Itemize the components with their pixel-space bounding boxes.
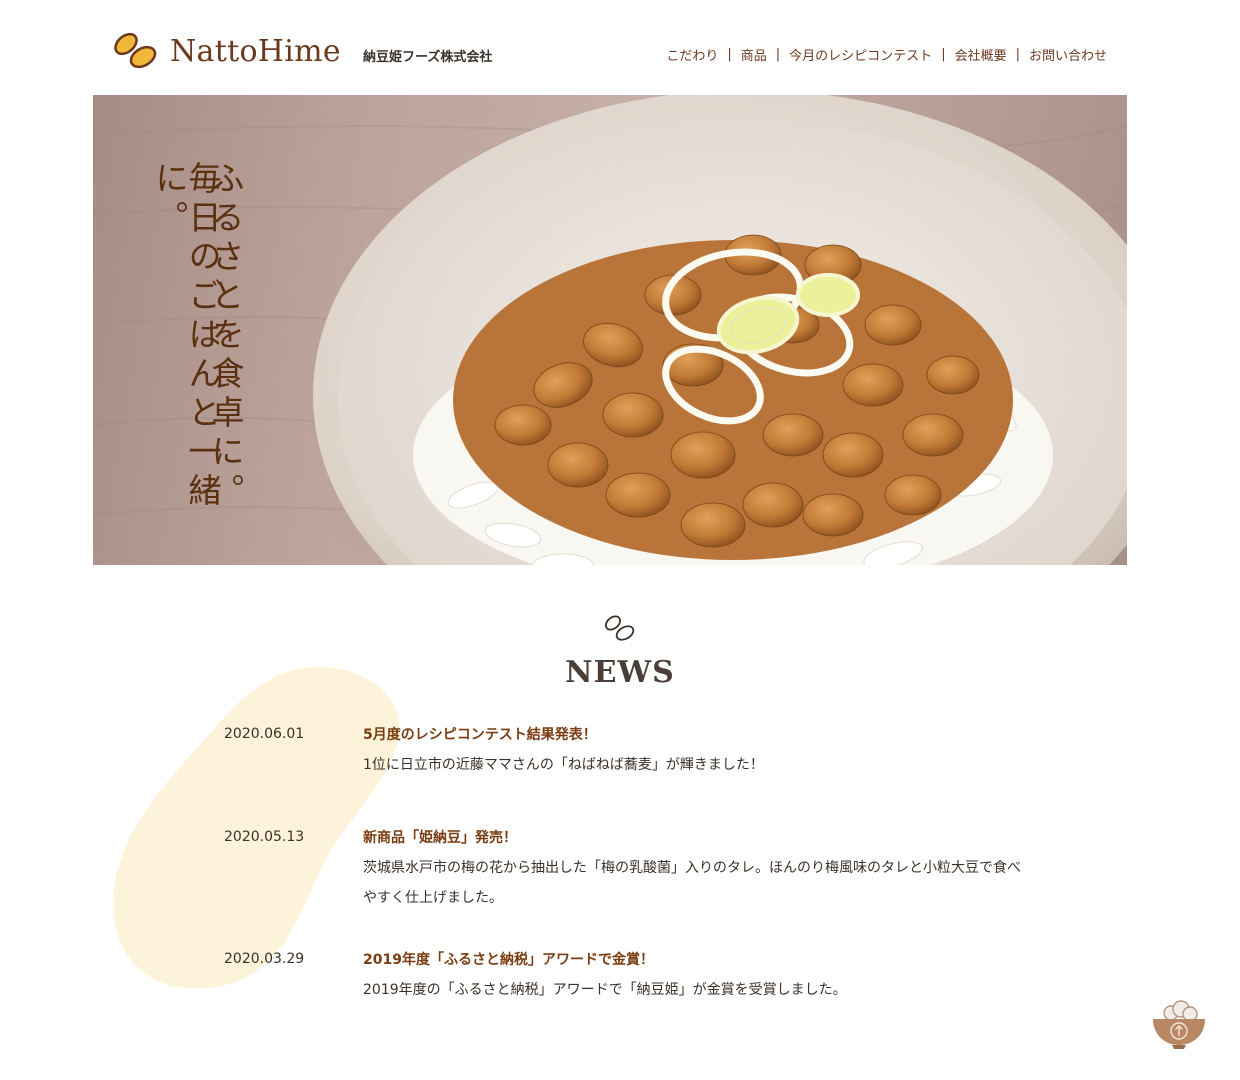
news-item: 2020.06.01 5月度のレシピコンテスト結果発表！ 1位に日立市の近藤ママ… <box>224 722 1024 825</box>
natto-rice-bowl-illustration <box>93 95 1127 565</box>
nav-item-products[interactable]: 商品 <box>741 45 767 64</box>
hero-image: ふるさとを食卓に。 毎日のごはんと一緒に。 <box>93 95 1127 565</box>
nav-item-company[interactable]: 会社概要 <box>955 45 1007 64</box>
company-name: 納豆姫フーズ株式会社 <box>362 49 493 65</box>
nav-item-recipe-contest[interactable]: 今月のレシピコンテスト <box>789 45 932 64</box>
nav-separator: | <box>727 47 732 62</box>
news-heading: NEWS <box>565 655 675 690</box>
nav-separator: | <box>775 47 781 62</box>
news-text: 茨城県水戸市の梅の花から抽出した「梅の乳酸菌」入りのタレ。ほんのり梅風味のタレと… <box>363 860 1021 906</box>
news-date: 2020.03.29 <box>224 951 305 967</box>
rice-bowl-arrow-up-icon[interactable] <box>1151 995 1207 1051</box>
news-headline[interactable]: 新商品「姫納豆」発売！ <box>363 825 1023 851</box>
nav-item-contact[interactable]: お問い合わせ <box>1029 45 1107 64</box>
natto-beans-icon <box>114 32 157 69</box>
news-item: 2020.03.29 2019年度「ふるさと納税」アワードで金賞！ 2019年度… <box>224 947 1024 1017</box>
beans-outline-icon <box>605 615 635 641</box>
nav-separator: | <box>1015 47 1020 62</box>
news-date: 2020.06.01 <box>224 726 305 742</box>
news-list: 2020.06.01 5月度のレシピコンテスト結果発表！ 1位に日立市の近藤ママ… <box>224 722 1024 1017</box>
news-headline[interactable]: 2019年度「ふるさと納税」アワードで金賞！ <box>363 947 1024 973</box>
main-nav: こだわり | 商品 | 今月のレシピコンテスト | 会社概要 | お問い合わせ <box>666 45 1107 64</box>
site-header: NattoHime 納豆姫フーズ株式会社 こだわり | 商品 | 今月のレシピコ… <box>0 0 1240 95</box>
nav-separator: | <box>941 47 946 62</box>
logo[interactable]: NattoHime 納豆姫フーズ株式会社 <box>112 26 492 76</box>
logo-text: NattoHime <box>170 33 341 69</box>
news-item: 2020.05.13 新商品「姫納豆」発売！ 茨城県水戸市の梅の花から抽出した「… <box>224 825 1024 947</box>
nav-item-kodawari[interactable]: こだわり <box>666 45 718 64</box>
hero-copy-line2: 毎日のごはんと一緒に。 <box>150 161 222 512</box>
news-date: 2020.05.13 <box>224 829 305 845</box>
news-text: 1位に日立市の近藤ママさんの「ねばねば蕎麦」が輝きました！ <box>363 757 764 773</box>
news-text: 2019年度の「ふるさと納税」アワードで「納豆姫」が金賞を受賞しました。 <box>363 982 847 998</box>
news-headline[interactable]: 5月度のレシピコンテスト結果発表！ <box>363 722 1024 748</box>
